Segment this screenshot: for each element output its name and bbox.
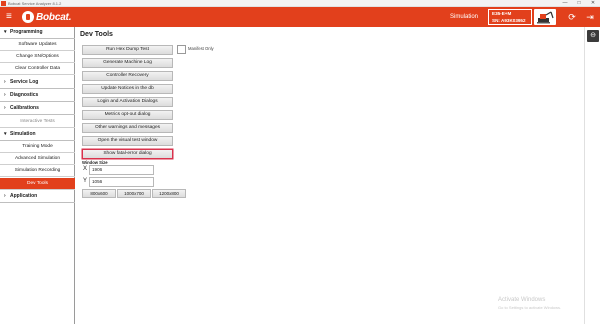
app-header: ≡ Bobcat. Simulation E35-E+M SN: A93K039…: [0, 7, 600, 27]
os-titlebar: Bobcat Service Analyzer 8.1.2 — □ ✕: [0, 0, 600, 7]
sidebar-item-dev-tools[interactable]: Dev Tools: [0, 178, 75, 190]
sidebar-item-software-updates[interactable]: Software Updates: [0, 39, 75, 51]
minimize-button[interactable]: —: [558, 0, 572, 7]
window-controls: — □ ✕: [558, 0, 600, 7]
preset-800x600-button[interactable]: 800x600: [82, 189, 116, 198]
machine-info-box[interactable]: E35-E+M SN: A93K03952: [488, 9, 532, 25]
run-hex-dump-test-button[interactable]: Run Hex Dump Test: [82, 45, 173, 55]
sidebar-section-diagnostics[interactable]: › Diagnostics: [0, 90, 75, 102]
show-fatal-error-dialog-button[interactable]: Show fatal-error dialog: [82, 149, 173, 159]
watermark-title: Activate Windows: [498, 297, 546, 303]
sidebar: ▾ Programming Software Updates Change SN/…: [0, 27, 75, 324]
excavator-image: [534, 9, 556, 25]
machine-model: E35-E+M: [492, 11, 512, 16]
sidebar-section-programming[interactable]: ▾ Programming: [0, 27, 75, 39]
main-content: Dev Tools Run Hex Dump Test Manifest Onl…: [76, 27, 584, 324]
sidebar-section-application[interactable]: › Application: [0, 191, 75, 203]
window-size-y-label: Y: [83, 178, 88, 184]
manifest-only-label: Manifest Only: [188, 46, 214, 51]
bobcat-logo: Bobcat.: [22, 9, 71, 25]
sidebar-section-calibrations[interactable]: › Calibrations: [0, 103, 75, 115]
app-icon: [1, 1, 6, 6]
controller-recovery-button[interactable]: Controller Recovery: [82, 71, 173, 81]
update-notices-button[interactable]: Update Notices in the db: [82, 84, 173, 94]
preset-1200x800-button[interactable]: 1200x800: [152, 189, 186, 198]
watermark-subtitle: Go to Settings to activate Windows.: [498, 305, 562, 310]
hamburger-icon[interactable]: ≡: [6, 11, 12, 23]
bobcat-logo-text: Bobcat.: [36, 11, 72, 23]
metrics-opt-out-dialog-button[interactable]: Metrics opt-out dialog: [82, 110, 173, 120]
maximize-button[interactable]: □: [572, 0, 586, 7]
right-rail: ⊖: [584, 27, 600, 324]
other-warnings-messages-button[interactable]: Other warnings and messages: [82, 123, 173, 133]
serial-number: SN: A93K03952: [492, 18, 526, 23]
window-title: Bobcat Service Analyzer 8.1.2: [8, 1, 62, 6]
simulation-label: Simulation: [450, 14, 479, 20]
sidebar-item-simulation-recording[interactable]: Simulation Recording: [0, 165, 75, 177]
open-visual-test-window-button[interactable]: Open the visual test window: [82, 136, 173, 146]
sidebar-item-advanced-simulation[interactable]: Advanced Simulation: [0, 153, 75, 165]
zoom-out-icon[interactable]: ⊖: [587, 30, 599, 42]
activate-windows-watermark: Activate Windows Go to Settings to activ…: [498, 296, 561, 312]
sidebar-section-simulation[interactable]: ▾ Simulation: [0, 129, 75, 141]
window-size-y-input[interactable]: 1056: [89, 177, 154, 187]
sidebar-item-clear-controller-data[interactable]: Clear Controller Data: [0, 63, 75, 75]
login-activation-dialogs-button[interactable]: Login and Activation Dialogs: [82, 97, 173, 107]
generate-machine-log-button[interactable]: Generate Machine Log: [82, 58, 173, 68]
bobcat-logo-mark: [22, 11, 34, 23]
preset-1000x700-button[interactable]: 1000x700: [117, 189, 151, 198]
sidebar-section-service-log[interactable]: › Service Log: [0, 77, 75, 89]
exit-icon[interactable]: ⇥: [584, 11, 596, 23]
sidebar-item-training-mode[interactable]: Training Mode: [0, 141, 75, 153]
window-size-x-label: X: [83, 166, 88, 172]
sidebar-item-change-sn-options[interactable]: Change SN/Options: [0, 51, 75, 63]
window-size-x-input[interactable]: 1906: [89, 165, 154, 175]
close-button[interactable]: ✕: [586, 0, 600, 7]
page-title: Dev Tools: [80, 31, 113, 38]
sidebar-item-interactive-tests: Interactive Tests: [0, 116, 75, 128]
refresh-icon[interactable]: ⟳: [566, 11, 578, 23]
manifest-only-checkbox[interactable]: [177, 45, 186, 54]
